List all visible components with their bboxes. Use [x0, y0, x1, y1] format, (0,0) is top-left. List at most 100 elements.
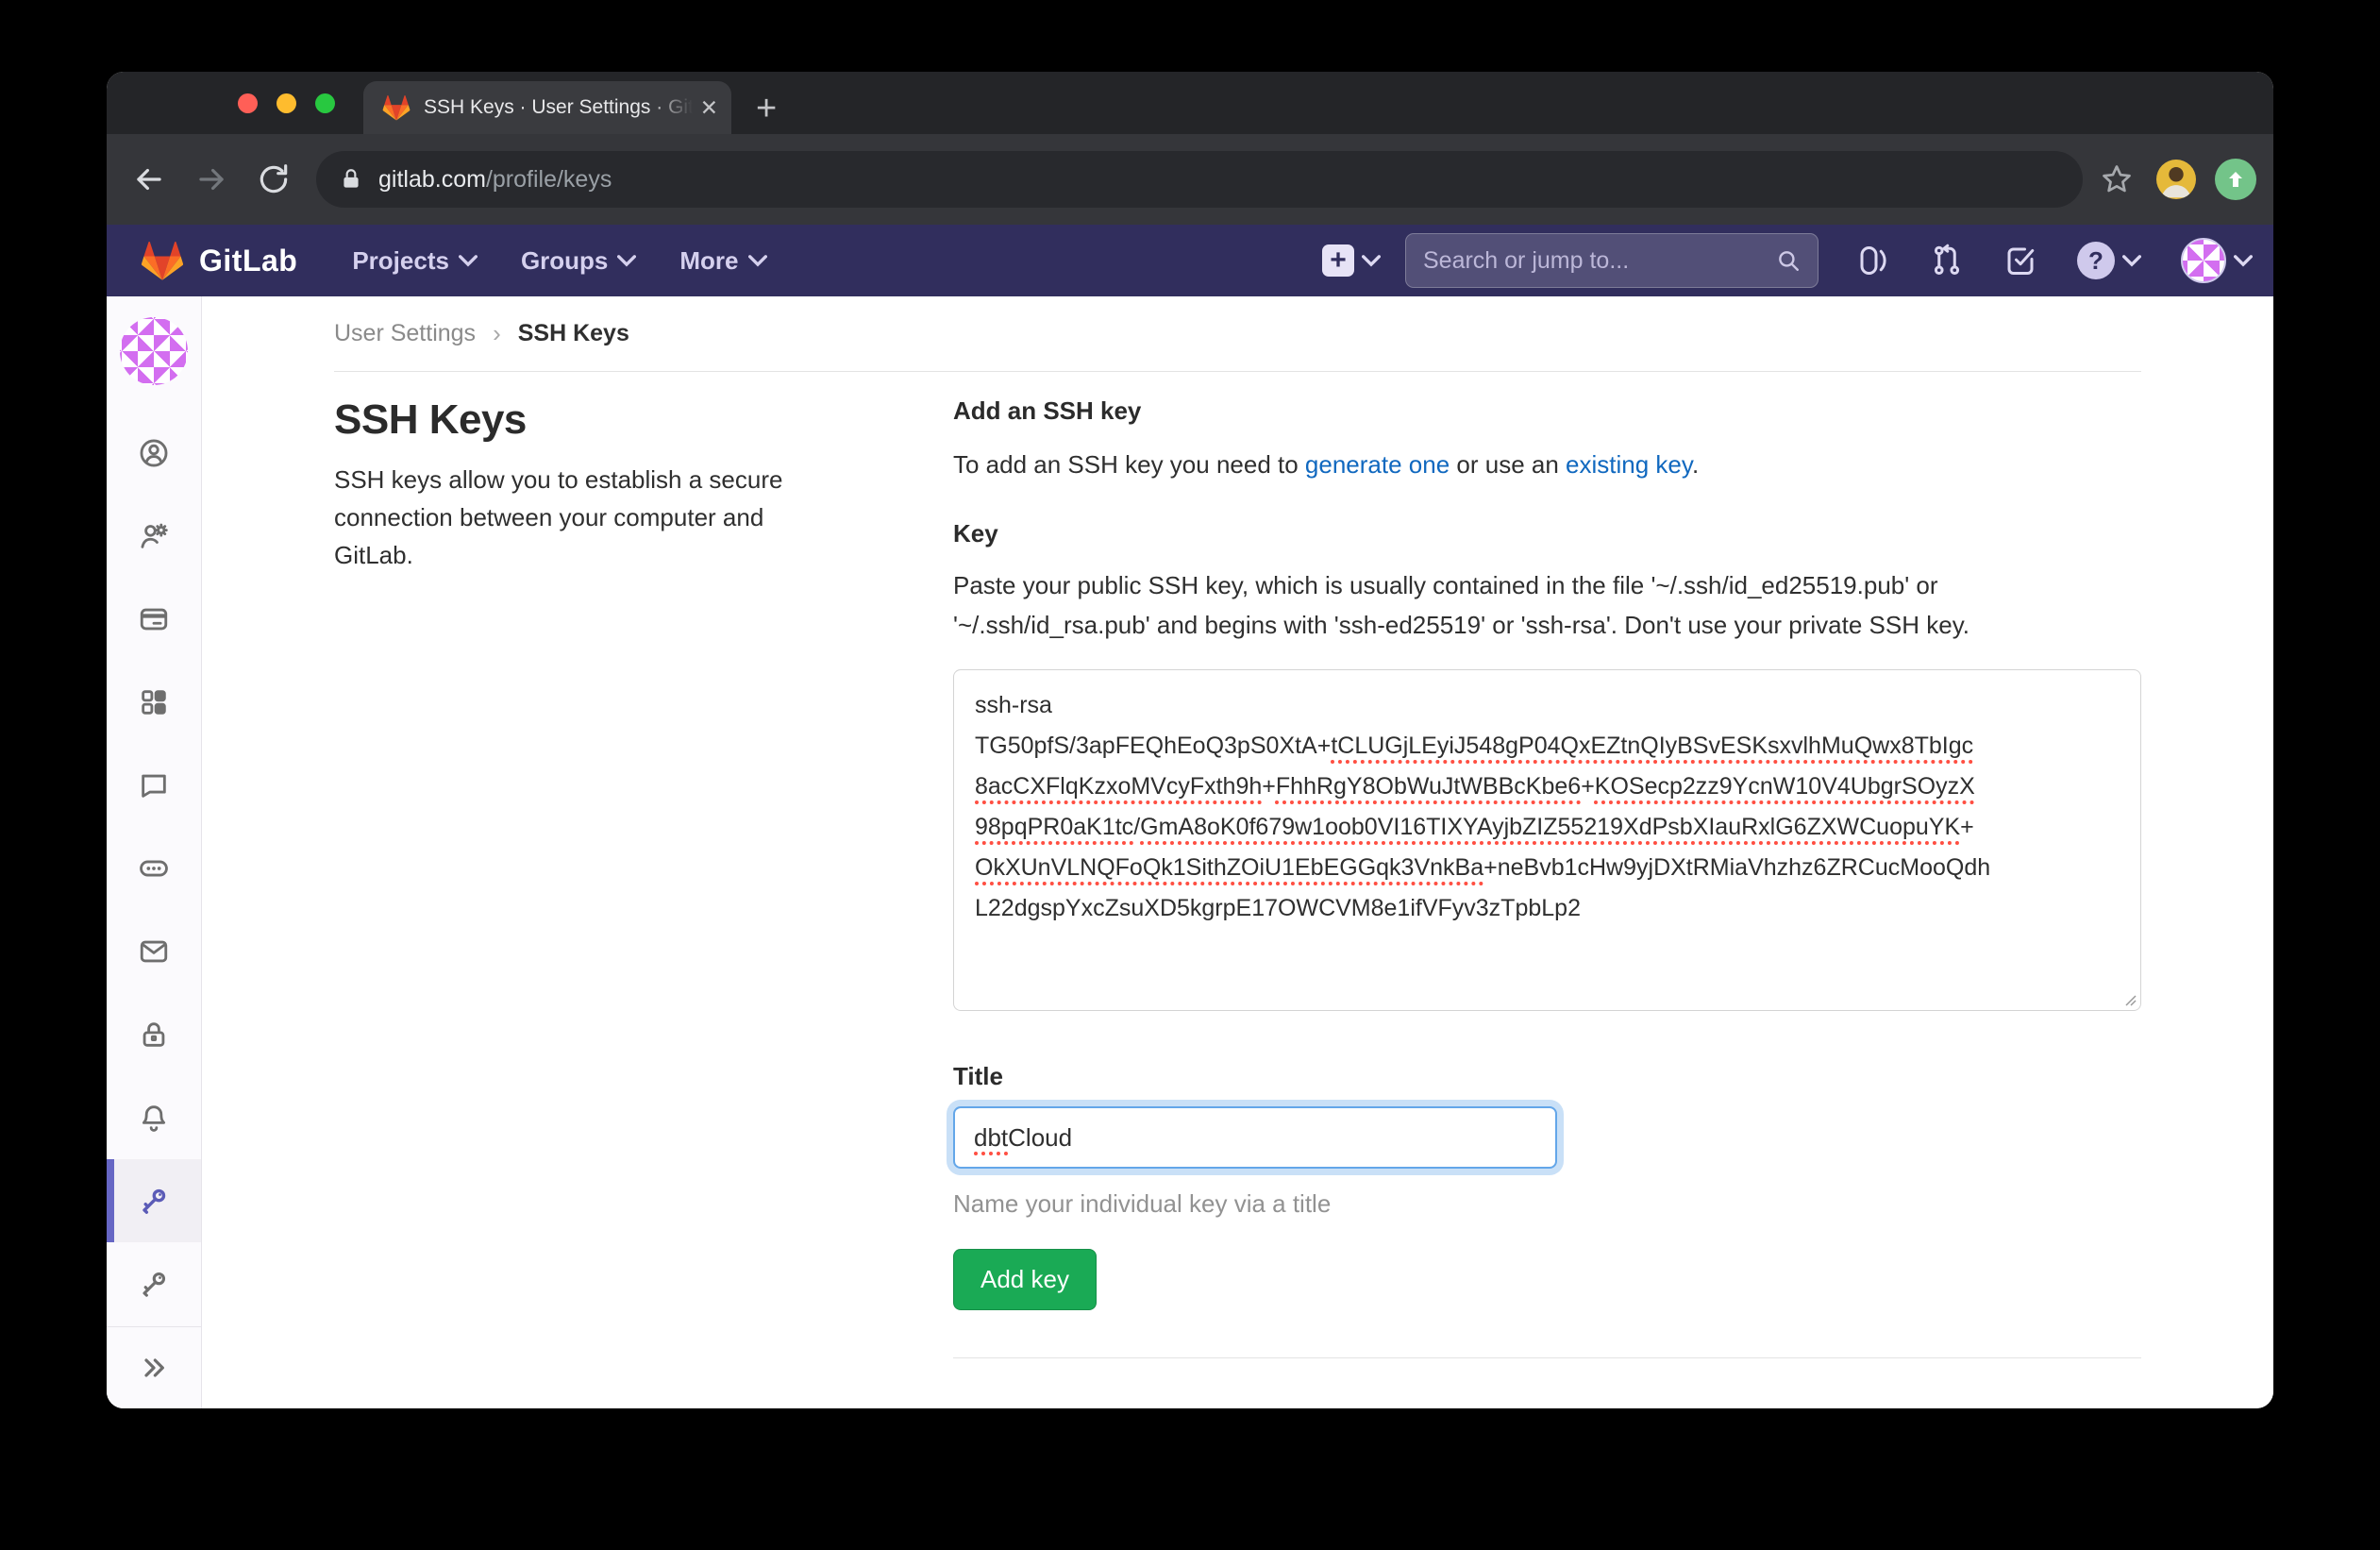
section-summary: SSH Keys SSH keys allow you to establish…: [334, 396, 953, 1358]
user-avatar: [120, 317, 188, 385]
sidebar-item-ssh-keys[interactable]: [107, 1159, 201, 1242]
text-segment: tCLUGjLEyiJ548gP04QxEZtnQIyBSvESKsxvlhMu…: [1331, 733, 1973, 759]
chevron-down-icon: [2234, 251, 2253, 270]
macos-zoom-button[interactable]: [315, 93, 335, 113]
chevron-down-icon: [1362, 251, 1381, 270]
sidebar-item-account[interactable]: [107, 495, 201, 578]
nav-menu-projects[interactable]: Projects: [352, 246, 478, 276]
ssh-keys-icon: [138, 1185, 170, 1217]
profile-photo: [2156, 160, 2196, 199]
text-segment: L22dgspYxcZsuXD5kgrpE17OWCVM8e1ifVFyv3zT…: [975, 895, 1581, 921]
search-placeholder: Search or jump to...: [1423, 247, 1776, 275]
title-input[interactable]: dbt Cloud: [953, 1106, 1557, 1169]
address-bar[interactable]: gitlab.com/profile/keys: [316, 151, 2083, 208]
generate-one-link[interactable]: generate one: [1305, 450, 1450, 479]
gpg-keys-icon: [138, 1268, 170, 1300]
page-description: SSH keys allow you to establish a secure…: [334, 461, 844, 574]
sidebar-item-chat[interactable]: [107, 744, 201, 827]
text-segment: +neBvb1cHw9yjDXtRMiaVhzhz6ZRCucMooQdh: [1483, 854, 1990, 881]
screenshot-canvas: { "browser": { "tab": { "title": "SSH Ke…: [0, 0, 2380, 1550]
text-segment: KOSecp2zz9YcnW10V4UbgrSOyzX: [1595, 773, 1975, 800]
text-segment: ssh-rsa: [975, 692, 1052, 718]
navbar-right-cluster: + Search or jump to... ?: [1322, 233, 2253, 288]
back-button[interactable]: [131, 161, 167, 197]
new-tab-button[interactable]: +: [756, 91, 777, 126]
user-avatar: [2181, 238, 2226, 283]
password-icon: [138, 1019, 170, 1051]
resize-handle-icon[interactable]: [2121, 991, 2137, 1006]
tab-close-icon[interactable]: ✕: [700, 97, 718, 119]
chat-icon: [138, 769, 170, 801]
chevron-down-icon: [617, 251, 636, 270]
browser-tab-strip: SSH Keys · User Settings · GitL ✕ +: [107, 72, 2273, 134]
help-icon: ?: [2077, 242, 2115, 279]
nav-menu-groups[interactable]: Groups: [521, 246, 636, 276]
breadcrumb-user-settings[interactable]: User Settings: [334, 320, 476, 347]
key-help-text: Paste your public SSH key, which is usua…: [953, 565, 2141, 645]
sidebar-item-password[interactable]: [107, 993, 201, 1076]
sidebar-item-access-tokens[interactable]: [107, 827, 201, 910]
breadcrumb: User Settings › SSH Keys: [334, 319, 2141, 348]
applications-icon: [138, 686, 170, 718]
todos-button[interactable]: [2003, 244, 2037, 278]
existing-key-link[interactable]: existing key: [1566, 450, 1692, 479]
ssh-key-line: L22dgspYxcZsuXD5kgrpE17OWCVM8e1ifVFyv3zT…: [975, 888, 2120, 929]
sidebar-item-notifications[interactable]: [107, 1076, 201, 1159]
page-body: User Settings › SSH Keys SSH Keys SSH ke…: [107, 296, 2273, 1408]
text-segment: Cloud: [1008, 1123, 1072, 1153]
profile-icon: [138, 437, 170, 469]
ssh-key-line: TG50pfS/3apFEQhEoQ3pS0XtA+tCLUGjLEyiJ548…: [975, 726, 2120, 767]
key-label: Key: [953, 519, 2141, 548]
ssh-key-line: OkXUnVLNQFoQk1SithZOiU1EbEGGqk3VnkBa+neB…: [975, 848, 2120, 888]
browser-profile-avatar[interactable]: [2156, 160, 2196, 199]
title-label: Title: [953, 1062, 2141, 1091]
todos-icon: [2003, 244, 2037, 278]
gitlab-brand-text[interactable]: GitLab: [199, 244, 297, 278]
breadcrumb-divider: [334, 371, 2141, 372]
access-tokens-icon: [138, 852, 170, 885]
browser-update-button[interactable]: [2215, 159, 2256, 200]
forward-button[interactable]: [193, 161, 229, 197]
notifications-icon: [138, 1102, 170, 1134]
tab-title-fade: [649, 96, 693, 119]
issues-icon: [1856, 244, 1890, 278]
chevron-down-icon: [459, 251, 478, 270]
reload-button[interactable]: [256, 161, 292, 197]
tab-title: SSH Keys · User Settings · GitL: [424, 96, 693, 119]
ssh-key-line: 8acCXFlqKzxoMVcyFxth9h+FhhRgY8ObWuJtWBBc…: [975, 767, 2120, 807]
text-segment: OkXUnVLNQFoQk1SithZOiU1EbEGGqk3VnkBa: [975, 854, 1483, 881]
merge-requests-button[interactable]: [1930, 244, 1964, 278]
text-segment: +: [1960, 814, 1974, 840]
browser-tab[interactable]: SSH Keys · User Settings · GitL ✕: [363, 81, 731, 134]
add-ssh-key-form: Add an SSH key To add an SSH key you nee…: [953, 396, 2141, 1358]
sidebar-item-emails[interactable]: [107, 910, 201, 993]
sidebar-item-gpg-keys[interactable]: [107, 1242, 201, 1325]
sidebar-item-profile[interactable]: [107, 412, 201, 495]
bookmark-star-icon[interactable]: [2100, 162, 2134, 196]
gitlab-top-navbar: GitLab Projects Groups More + Search or …: [107, 225, 2273, 296]
ssh-key-textarea[interactable]: ssh-rsa TG50pfS/3apFEQhEoQ3pS0XtA+tCLUGjL…: [953, 669, 2141, 1011]
text-segment: +: [1581, 773, 1595, 800]
chevron-down-icon: [2122, 251, 2141, 270]
form-heading: Add an SSH key: [953, 396, 2141, 426]
add-key-button[interactable]: Add key: [953, 1249, 1097, 1310]
text-segment: To add an SSH key you need to: [953, 450, 1305, 479]
new-menu-button[interactable]: +: [1322, 244, 1381, 277]
nav-menu-more[interactable]: More: [679, 246, 766, 276]
search-input[interactable]: Search or jump to...: [1405, 233, 1819, 288]
macos-close-button[interactable]: [238, 93, 258, 113]
gitlab-favicon-icon: [382, 93, 411, 122]
text-segment: TG50pfS/3apFEQhEoQ3pS0XtA+: [975, 733, 1331, 759]
sidebar-item-applications[interactable]: [107, 661, 201, 744]
macos-minimize-button[interactable]: [277, 93, 296, 113]
collapse-icon: [139, 1353, 169, 1383]
issues-button[interactable]: [1856, 244, 1890, 278]
form-bottom-divider: [953, 1357, 2141, 1358]
user-menu-button[interactable]: [2181, 238, 2253, 283]
help-menu-button[interactable]: ?: [2077, 242, 2141, 279]
gitlab-logo-icon[interactable]: [141, 239, 184, 282]
text-segment: +: [1262, 773, 1276, 800]
title-help-text: Name your individual key via a title: [953, 1189, 2141, 1219]
sidebar-collapse-button[interactable]: [107, 1326, 201, 1408]
sidebar-item-billing[interactable]: [107, 578, 201, 661]
